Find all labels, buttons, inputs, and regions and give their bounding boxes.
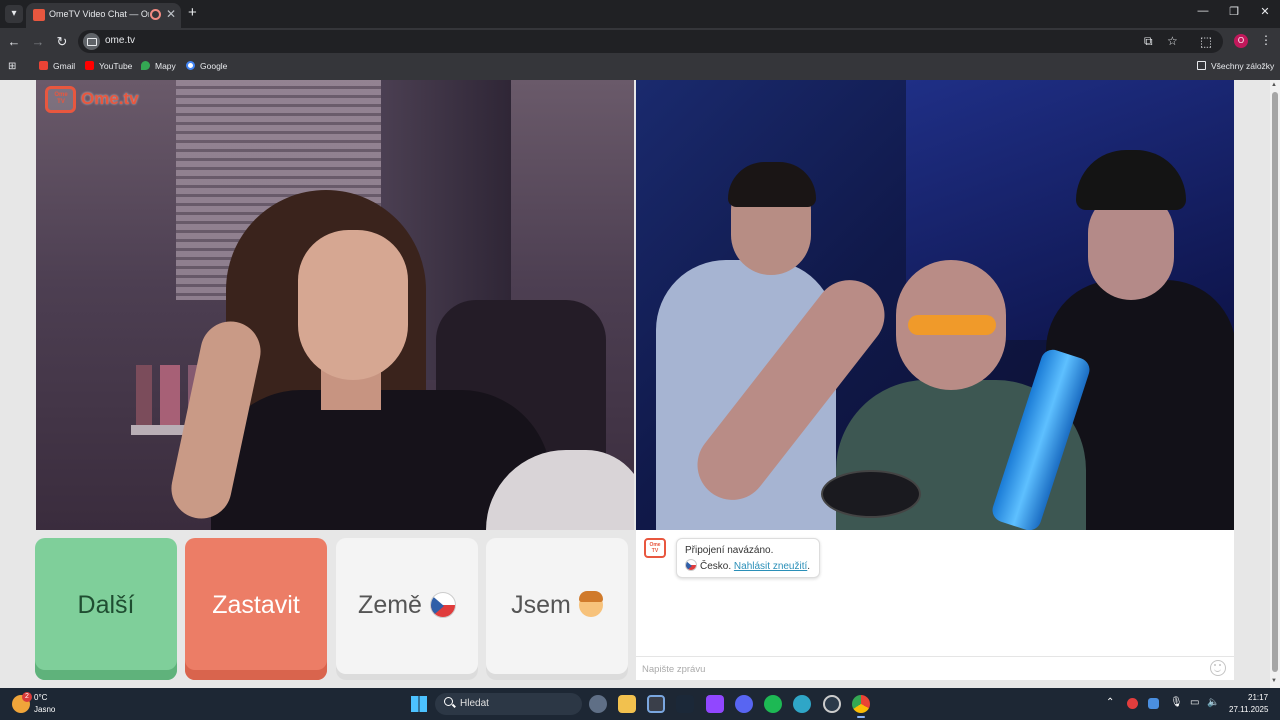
discord-icon[interactable] (735, 695, 753, 713)
tray-app-icon[interactable] (1127, 698, 1138, 709)
extensions-icon[interactable]: ⬚ (1197, 33, 1215, 51)
czech-flag-icon (429, 592, 456, 618)
file-explorer-icon[interactable] (618, 695, 636, 713)
next-button[interactable]: Další (35, 538, 177, 680)
network-icon[interactable]: ▭ (1190, 697, 1199, 708)
report-abuse-link[interactable]: Nahlásit zneužití (734, 561, 807, 572)
bookmark-gmail[interactable]: Gmail (39, 61, 75, 71)
remote-video (636, 80, 1234, 530)
bookmark-mapy[interactable]: Mapy (141, 61, 176, 71)
twitch-icon[interactable] (706, 695, 724, 713)
onedrive-icon[interactable] (1148, 698, 1159, 709)
gender-select-button[interactable]: Jsem (486, 538, 628, 680)
bookmark-youtube[interactable]: YouTube (85, 61, 132, 71)
chat-panel: Ome TV Připojení navázáno. Česko. Nahlás… (636, 530, 1234, 680)
windows-taskbar: 2 0°C Jasno Hledat ⌃ 🎙 ▭ 🔈 21:17 27.11.2… (0, 688, 1280, 720)
tab-title: OmeTV Video Chat — Ome (49, 9, 149, 19)
folder-icon (1197, 61, 1206, 70)
edge-icon[interactable] (793, 695, 811, 713)
partner-country-line: Česko. Nahlásit zneužití. (685, 559, 811, 575)
gmail-icon (39, 61, 48, 70)
scroll-down-icon[interactable]: ▼ (1271, 678, 1277, 684)
weather-temperature[interactable]: 0°C (34, 693, 47, 702)
profile-avatar[interactable]: O (1234, 34, 1248, 48)
local-video (36, 80, 634, 530)
ometv-favicon-icon (33, 9, 45, 21)
tab-strip: ▾ OmeTV Video Chat — Ome ✕ + — ❐ ✕ (0, 0, 1280, 28)
url-text[interactable]: ome.tv (105, 35, 135, 46)
recording-indicator-icon (150, 9, 161, 20)
logo-text: Ome.tv (81, 89, 139, 108)
google-icon (186, 61, 195, 70)
star-icon[interactable]: ☆ (1167, 34, 1178, 48)
address-bar[interactable]: ome.tv ⧉ ☆ (78, 30, 1223, 53)
weather-badge: 2 (22, 692, 32, 702)
active-app-indicator (857, 716, 865, 718)
microphone-icon[interactable]: 🎙 (1170, 697, 1183, 708)
site-info-icon[interactable] (83, 33, 100, 50)
apps-icon[interactable]: ⊞ (8, 61, 16, 72)
reload-icon[interactable]: ↻ (53, 33, 71, 51)
chrome-icon[interactable] (852, 695, 870, 713)
smiley-icon[interactable] (1210, 660, 1226, 676)
tab-list-icon[interactable]: ▾ (5, 5, 23, 23)
maximize-button[interactable]: ❐ (1224, 5, 1244, 18)
scroll-thumb[interactable] (1272, 92, 1278, 672)
youtube-icon (85, 61, 94, 70)
minimize-button[interactable]: — (1193, 5, 1213, 17)
taskbar-search[interactable]: Hledat (435, 693, 582, 715)
volume-icon[interactable]: 🔈 (1207, 697, 1219, 708)
tv-logo-icon: Ome TV (45, 86, 76, 113)
tab-active[interactable]: OmeTV Video Chat — Ome ✕ (26, 3, 181, 28)
steam-icon[interactable] (676, 695, 694, 713)
chat-input-bar (636, 656, 1234, 680)
scroll-up-icon[interactable]: ▲ (1271, 82, 1277, 88)
maps-icon (141, 61, 150, 70)
bookmark-google[interactable]: Google (186, 61, 227, 71)
country-select-button[interactable]: Země (336, 538, 478, 680)
store-icon[interactable] (647, 695, 665, 713)
close-window-button[interactable]: ✕ (1255, 5, 1275, 18)
page-scrollbar[interactable]: ▲ ▼ (1270, 80, 1280, 688)
page-content: Ome TV Ome.tv Další Zastavit Země Jsem O… (0, 80, 1270, 688)
bookmarks-bar: ⊞ Gmail YouTube Mapy Google Všechny zálo… (0, 55, 1280, 80)
stop-button[interactable]: Zastavit (185, 538, 327, 680)
boy-emoji-icon (578, 591, 603, 617)
ometv-avatar-icon: Ome TV (644, 538, 666, 558)
menu-icon[interactable]: ⋮ (1260, 33, 1272, 47)
back-icon[interactable]: ← (5, 33, 23, 51)
game-app-icon[interactable] (823, 695, 841, 713)
clock-date[interactable]: 27.11.2025 (1229, 705, 1268, 714)
tab-close-icon[interactable]: ✕ (166, 7, 176, 21)
tray-overflow-icon[interactable]: ⌃ (1106, 697, 1114, 708)
new-tab-button[interactable]: + (188, 4, 197, 21)
search-icon (444, 697, 453, 706)
czech-flag-icon (685, 559, 697, 571)
cast-icon[interactable]: ⧉ (1144, 34, 1153, 49)
forward-icon[interactable]: → (29, 33, 47, 51)
chat-message-input[interactable] (642, 662, 1202, 677)
spotify-icon[interactable] (764, 695, 782, 713)
browser-toolbar: ← → ↻ ome.tv ⧉ ☆ ⬚ O ⋮ (0, 28, 1280, 55)
settings-app-icon[interactable] (589, 695, 607, 713)
connection-status: Připojení navázáno. (685, 545, 774, 556)
weather-description[interactable]: Jasno (34, 705, 55, 714)
system-message: Připojení navázáno. Česko. Nahlásit zneu… (676, 538, 820, 578)
windows-start-icon[interactable] (411, 696, 427, 712)
all-bookmarks-button[interactable]: Všechny záložky (1197, 61, 1274, 71)
clock-time[interactable]: 21:17 (1248, 693, 1268, 702)
